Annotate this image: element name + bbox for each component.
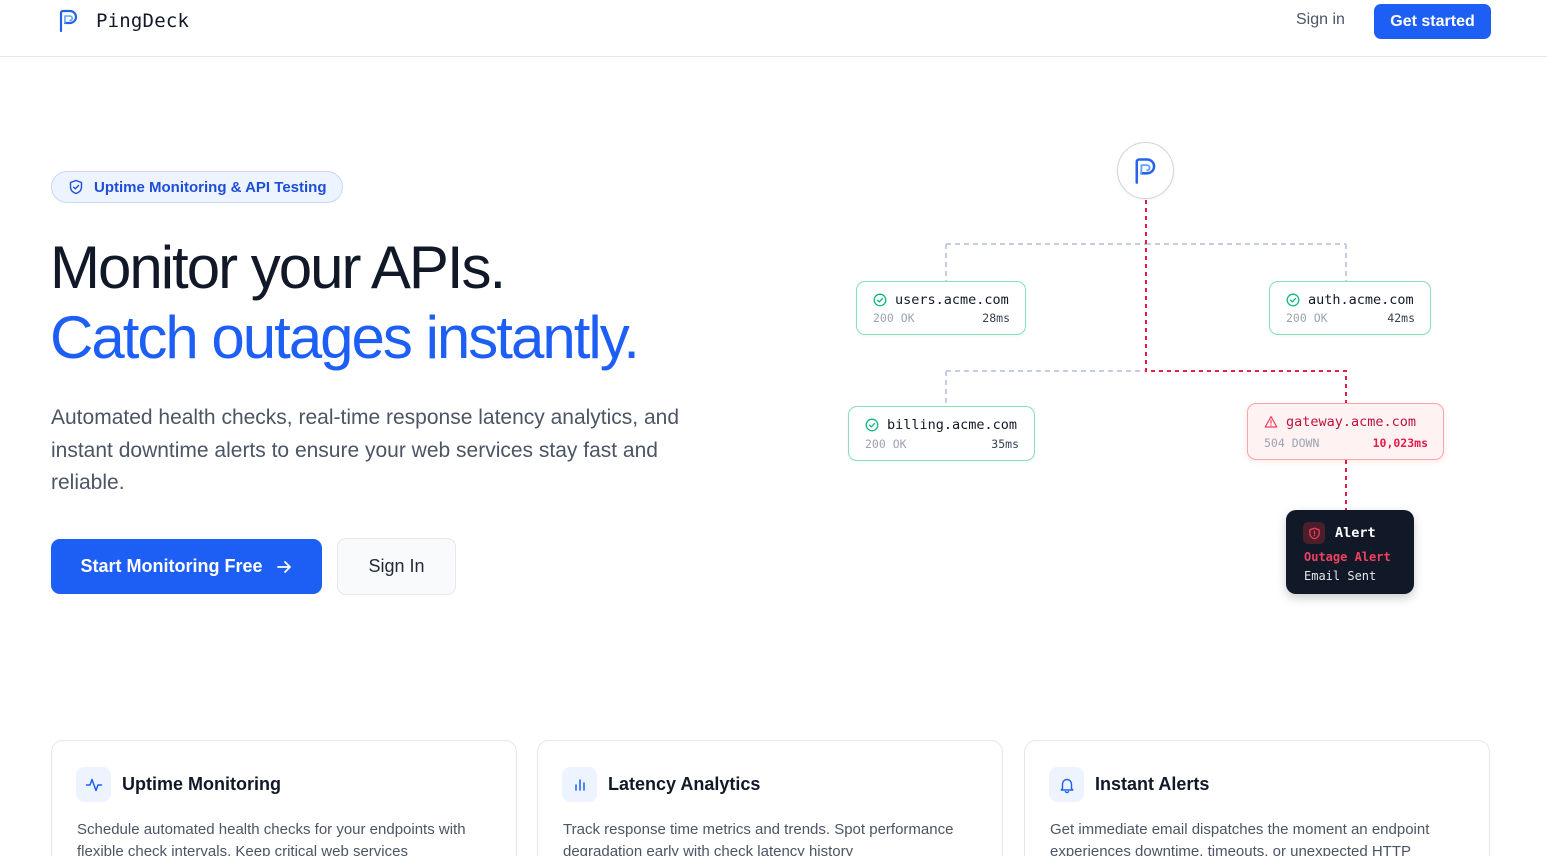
feature-description: Track response time metrics and trends. … [563, 821, 954, 856]
top-nav: PingDeck Sign in Get started [0, 0, 1547, 57]
start-monitoring-button[interactable]: Start Monitoring Free [51, 539, 322, 594]
endpoint-host: billing.acme.com [887, 417, 1018, 433]
get-started-button[interactable]: Get started [1374, 4, 1491, 39]
endpoint-host: users.acme.com [895, 292, 1009, 308]
alert-title: Alert [1335, 525, 1376, 541]
endpoint-status: 200 OK [873, 311, 915, 325]
check-circle-icon [1286, 293, 1300, 307]
start-monitoring-label: Start Monitoring Free [80, 556, 263, 576]
bar-chart-icon [562, 767, 597, 802]
endpoint-status: 200 OK [865, 437, 907, 451]
endpoint-host: auth.acme.com [1308, 292, 1414, 308]
feature-card-latency: Latency Analytics Track response time me… [537, 740, 1003, 856]
check-circle-icon [873, 293, 887, 307]
warning-triangle-icon [1264, 416, 1278, 428]
nav-sign-in-link[interactable]: Sign in [1296, 11, 1345, 29]
feature-title: Latency Analytics [608, 774, 761, 794]
alert-shield-icon [1303, 522, 1325, 544]
endpoint-node-billing[interactable]: billing.acme.com 200 OK 35ms [848, 406, 1035, 461]
feature-title: Instant Alerts [1095, 774, 1210, 794]
bell-icon [1049, 767, 1084, 802]
feature-card-uptime: Uptime Monitoring Schedule automated hea… [51, 740, 517, 856]
check-circle-icon [865, 418, 879, 432]
endpoint-node-gateway[interactable]: gateway.acme.com 504 DOWN 10,023ms [1247, 403, 1444, 460]
alert-submessage: Email Sent [1304, 569, 1377, 583]
feature-title: Uptime Monitoring [122, 774, 281, 794]
pingdeck-logo-icon [59, 9, 78, 33]
endpoint-node-users[interactable]: users.acme.com 200 OK 28ms [856, 281, 1026, 335]
hero-badge: Uptime Monitoring & API Testing [51, 171, 343, 203]
feature-description: Get immediate email dispatches the momen… [1050, 821, 1430, 856]
pingdeck-logo-icon [1135, 157, 1155, 184]
feature-card-alerts: Instant Alerts Get immediate email dispa… [1024, 740, 1490, 856]
endpoint-latency: 42ms [1387, 311, 1415, 325]
endpoint-node-auth[interactable]: auth.acme.com 200 OK 42ms [1269, 281, 1431, 335]
brand-logo[interactable]: PingDeck [56, 8, 189, 34]
endpoint-status: 504 DOWN [1264, 436, 1320, 450]
hero-sign-in-button[interactable]: Sign In [337, 538, 456, 595]
endpoint-host: gateway.acme.com [1286, 414, 1417, 430]
endpoint-latency: 28ms [982, 311, 1010, 325]
alert-notification: Alert Outage Alert Email Sent [1286, 510, 1414, 594]
hero-description: Automated health checks, real-time respo… [51, 406, 680, 494]
shield-check-icon [69, 179, 83, 195]
feature-description: Schedule automated health checks for you… [77, 821, 466, 856]
endpoint-status: 200 OK [1286, 311, 1328, 325]
hero-headline-accent: Catch outages instantly. [50, 304, 640, 371]
brand-name: PingDeck [96, 10, 190, 32]
pingdeck-hub [1117, 142, 1174, 199]
endpoint-latency: 35ms [991, 437, 1019, 451]
hero-headline-primary: Monitor your APIs. [50, 234, 506, 301]
monitoring-diagram: users.acme.com 200 OK 28ms auth.acme.com… [840, 140, 1460, 610]
endpoint-latency: 10,023ms [1372, 436, 1428, 450]
hero-badge-text: Uptime Monitoring & API Testing [94, 178, 327, 196]
arrow-right-icon [276, 560, 291, 573]
activity-icon [76, 767, 111, 802]
alert-message: Outage Alert [1304, 550, 1391, 564]
